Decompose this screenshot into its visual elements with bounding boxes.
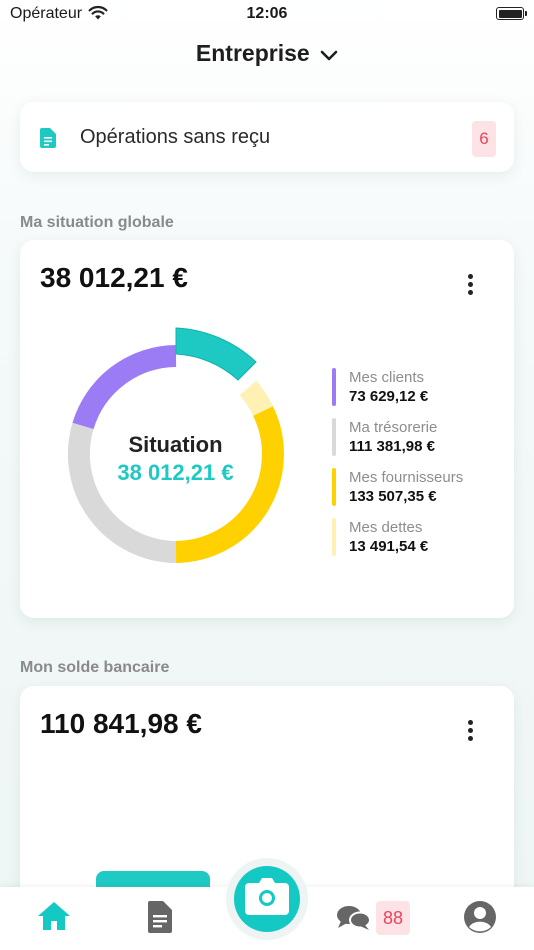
legend-item-tresorerie: Ma trésorerie 111 381,98 € <box>332 418 463 468</box>
donut-segment-clients-arc <box>72 345 177 430</box>
operations-count-badge: 6 <box>472 121 496 157</box>
home-icon[interactable] <box>37 901 71 936</box>
camera-icon <box>245 878 289 915</box>
profile-icon[interactable] <box>464 901 496 938</box>
legend-name: Mes dettes <box>349 519 423 536</box>
solde-amount: 110 841,98 € <box>40 708 202 739</box>
company-selector[interactable]: Entreprise <box>0 40 534 68</box>
company-title: Entreprise <box>195 40 310 66</box>
legend-value: 13 491,54 € <box>349 538 429 555</box>
donut-segment-situation <box>175 327 257 381</box>
legend-item-clients: Mes clients 73 629,12 € <box>332 368 463 418</box>
legend-item-dettes: Mes dettes 13 491,54 € <box>332 518 463 568</box>
legend-value: 73 629,12 € <box>349 388 429 405</box>
donut-center-label: Situation <box>128 432 223 457</box>
situation-card: 38 012,21 € Situation 38 012,21 € Mes cl… <box>20 240 514 618</box>
status-bar: Opérateur 12:06 <box>0 0 534 30</box>
legend-value: 111 381,98 € <box>349 438 435 455</box>
legend-item-fournisseurs: Mes fournisseurs 133 507,35 € <box>332 468 463 518</box>
chat-icon[interactable] <box>336 905 371 936</box>
legend-name: Ma trésorerie <box>349 419 438 436</box>
messages-count-badge: 88 <box>376 901 410 935</box>
more-options-icon[interactable] <box>468 274 474 298</box>
chevron-down-icon <box>320 41 338 68</box>
battery-icon <box>496 7 527 20</box>
solde-section-title: Mon solde bancaire <box>20 659 170 676</box>
situation-section-title: Ma situation globale <box>20 214 174 231</box>
donut-center: Situation 38 012,21 € <box>78 432 273 486</box>
situation-legend: Mes clients 73 629,12 € Ma trésorerie 11… <box>332 368 463 568</box>
legend-value: 133 507,35 € <box>349 488 437 505</box>
legend-name: Mes clients <box>349 369 425 386</box>
document-icon[interactable] <box>148 901 172 938</box>
legend-name: Mes fournisseurs <box>349 469 464 486</box>
clock: 12:06 <box>246 5 288 22</box>
operations-label: Opérations sans reçu <box>80 126 271 148</box>
donut-segment-dettes <box>239 380 273 416</box>
more-options-icon[interactable] <box>468 720 474 744</box>
camera-button[interactable] <box>226 858 308 940</box>
donut-center-value: 38 012,21 € <box>117 460 234 485</box>
document-icon <box>40 128 56 153</box>
operations-without-receipt-card[interactable]: Opérations sans reçu 6 <box>20 102 514 172</box>
situation-amount: 38 012,21 € <box>40 262 188 293</box>
